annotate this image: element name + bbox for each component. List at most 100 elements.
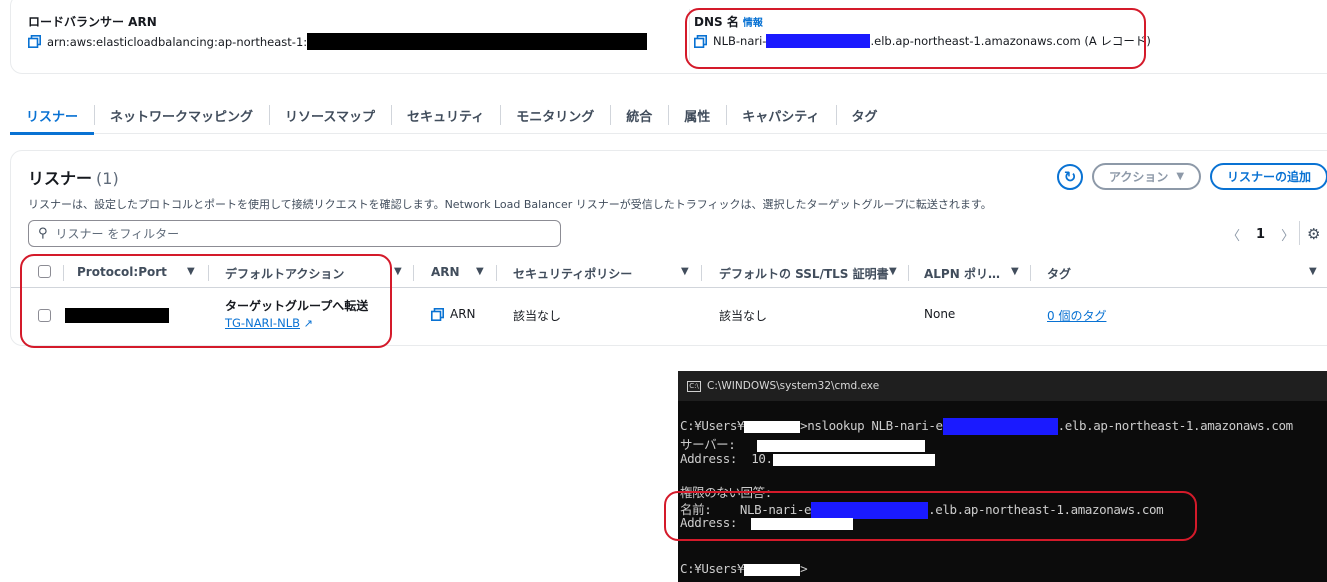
tab-attributes[interactable]: 属性: [668, 96, 726, 134]
info-link[interactable]: 情報: [743, 18, 763, 29]
cmd-command-line: C:¥Users¥ >nslookup NLB-nari-e .elb.ap-nor…: [680, 418, 1293, 435]
command-text: >nslookup NLB-nari-e: [800, 418, 943, 433]
redaction-box: [744, 420, 801, 433]
table-row: ターゲットグループへ転送 TG-NARI-NLB ↗ ARN 該当なし 該当なし…: [11, 289, 1327, 345]
current-page[interactable]: 1: [1256, 227, 1265, 242]
tab-bar: リスナー ネットワークマッピング リソースマップ セキュリティ モニタリング 統…: [10, 96, 1327, 135]
copy-icon[interactable]: [28, 35, 41, 48]
target-group-link[interactable]: TG-NARI-NLB: [225, 316, 300, 330]
search-icon: ⚲: [38, 226, 48, 241]
column-header-arn[interactable]: ARN: [431, 265, 460, 279]
sort-icon[interactable]: ▼: [394, 266, 402, 277]
tab-capacity[interactable]: キャパシティ: [726, 96, 835, 134]
server-label: サーバー:: [680, 437, 736, 452]
tags-link[interactable]: 0 個のタグ: [1047, 307, 1106, 324]
redaction-box: [744, 563, 801, 576]
arn-label: ロードバランサー ARN: [28, 15, 157, 29]
prev-page-icon[interactable]: 〈: [1227, 225, 1240, 244]
security-policy-value: 該当なし: [513, 309, 562, 323]
dns-prefix: NLB-nari-: [713, 34, 767, 48]
cmd-app-icon: C:\: [687, 380, 701, 392]
load-balancer-details-card: ロードバランサー ARN arn:aws:elasticloadbalancin…: [10, 0, 1327, 74]
sort-icon[interactable]: ▼: [681, 266, 689, 277]
column-separator: [413, 265, 414, 281]
dns-label-line: DNS 名情報: [694, 13, 763, 30]
default-action-title: ターゲットグループへ転送: [225, 299, 369, 313]
alpn-value: None: [924, 307, 956, 321]
filter-placeholder: リスナー をフィルター: [55, 227, 180, 241]
sort-icon[interactable]: ▼: [1011, 266, 1019, 277]
refresh-icon: ↻: [1063, 168, 1077, 186]
sort-icon[interactable]: ▼: [187, 266, 195, 277]
name-suffix: .elb.ap-northeast-1.amazonaws.com: [928, 502, 1164, 517]
cmd-window: C:\ C:\WINDOWS\system32\cmd.exe C:¥Users…: [678, 371, 1327, 582]
sort-icon[interactable]: ▼: [476, 266, 484, 277]
table-header: Protocol:Port ▼ デフォルトアクション ▼ ARN ▼ セキュリテ…: [11, 258, 1327, 288]
column-separator: [701, 265, 702, 281]
caret-down-icon: ▼: [1176, 171, 1185, 182]
cmd-final-prompt: C:¥Users¥ >: [680, 561, 808, 576]
copy-icon[interactable]: [694, 34, 707, 48]
column-header-protocol-port[interactable]: Protocol:Port: [77, 265, 167, 279]
cmd-address2-line: Address:: [680, 515, 854, 530]
cmd-title-bar: C:\ C:\WINDOWS\system32\cmd.exe: [678, 371, 1327, 401]
command-end: .elb.ap-northeast-1.amazonaws.com: [1057, 418, 1294, 433]
next-page-icon[interactable]: 〉: [1281, 225, 1294, 244]
tab-listeners[interactable]: リスナー: [10, 96, 95, 135]
dns-section: DNS 名情報 NLB-nari- .elb.ap-northeast-1.am…: [694, 13, 1151, 48]
target-group-link-wrap: TG-NARI-NLB ↗: [225, 316, 313, 330]
ssl-cert-value: 該当なし: [719, 309, 768, 323]
redaction-box: [751, 517, 854, 530]
column-separator: [1030, 265, 1031, 281]
external-link-icon[interactable]: ↗: [304, 317, 313, 330]
redaction-box: [756, 439, 925, 452]
tab-monitoring[interactable]: モニタリング: [500, 96, 610, 134]
cmd-title: C:\WINDOWS\system32\cmd.exe: [707, 380, 880, 392]
redaction-box: [65, 308, 169, 323]
sort-icon[interactable]: ▼: [1309, 266, 1317, 277]
refresh-button[interactable]: ↻: [1057, 164, 1083, 190]
address-label: Address:: [680, 451, 738, 466]
column-separator: [496, 265, 497, 281]
copy-icon[interactable]: [431, 307, 444, 321]
column-separator: [908, 265, 909, 281]
listeners-panel: リスナー (1) リスナーは、設定したプロトコルとポートを使用して接続リクエストを…: [10, 150, 1327, 346]
filter-input[interactable]: ⚲ リスナー をフィルター: [28, 220, 561, 247]
column-separator: [63, 265, 64, 281]
add-listener-button[interactable]: リスナーの追加: [1210, 163, 1327, 190]
cmd-address-line: Address: 10.: [680, 451, 935, 466]
address-prefix: 10.: [751, 451, 773, 466]
address2-label: Address:: [680, 515, 738, 530]
arn-value-line: arn:aws:elasticloadbalancing:ap-northeas…: [28, 33, 648, 50]
arn-cell: ARN: [431, 307, 476, 321]
divider: [1299, 221, 1300, 245]
redaction-box: [307, 33, 648, 50]
dns-suffix: .elb.ap-northeast-1.amazonaws.com (A レコー…: [870, 34, 1151, 48]
column-header-security-policy[interactable]: セキュリティポリシー: [513, 265, 632, 282]
dns-value-line: NLB-nari- .elb.ap-northeast-1.amazonaws.…: [694, 33, 1151, 49]
arn-cell-label: ARN: [450, 307, 476, 321]
column-separator: [208, 265, 209, 281]
prompt-prefix: C:¥Users¥: [680, 418, 745, 433]
panel-title: リスナー (1): [28, 165, 119, 189]
listeners-count: (1): [96, 169, 119, 188]
tab-tags[interactable]: タグ: [835, 96, 894, 134]
divider: [689, 9, 690, 61]
column-header-ssl-cert[interactable]: デフォルトの SSL/TLS 証明書: [719, 265, 889, 282]
row-checkbox[interactable]: [38, 309, 51, 322]
tab-integrations[interactable]: 統合: [610, 96, 668, 134]
prompt-end: >: [800, 561, 808, 576]
tab-security[interactable]: セキュリティ: [391, 96, 500, 134]
tab-resource-map[interactable]: リソースマップ: [269, 96, 391, 134]
column-header-alpn-policy[interactable]: ALPN ポリ…: [924, 265, 1000, 282]
listeners-description: リスナーは、設定したプロトコルとポートを使用して接続リクエストを確認します。Ne…: [28, 198, 992, 211]
column-header-tags[interactable]: タグ: [1047, 265, 1071, 282]
actions-button[interactable]: アクション ▼: [1092, 163, 1201, 190]
column-header-default-action[interactable]: デフォルトアクション: [225, 265, 344, 282]
prompt-prefix: C:¥Users¥: [680, 561, 745, 576]
select-all-checkbox[interactable]: [38, 265, 51, 278]
sort-icon[interactable]: ▼: [889, 266, 897, 277]
redaction-box: [942, 418, 1058, 435]
tab-network-mapping[interactable]: ネットワークマッピング: [94, 96, 269, 134]
gear-icon[interactable]: ⚙: [1307, 225, 1320, 243]
